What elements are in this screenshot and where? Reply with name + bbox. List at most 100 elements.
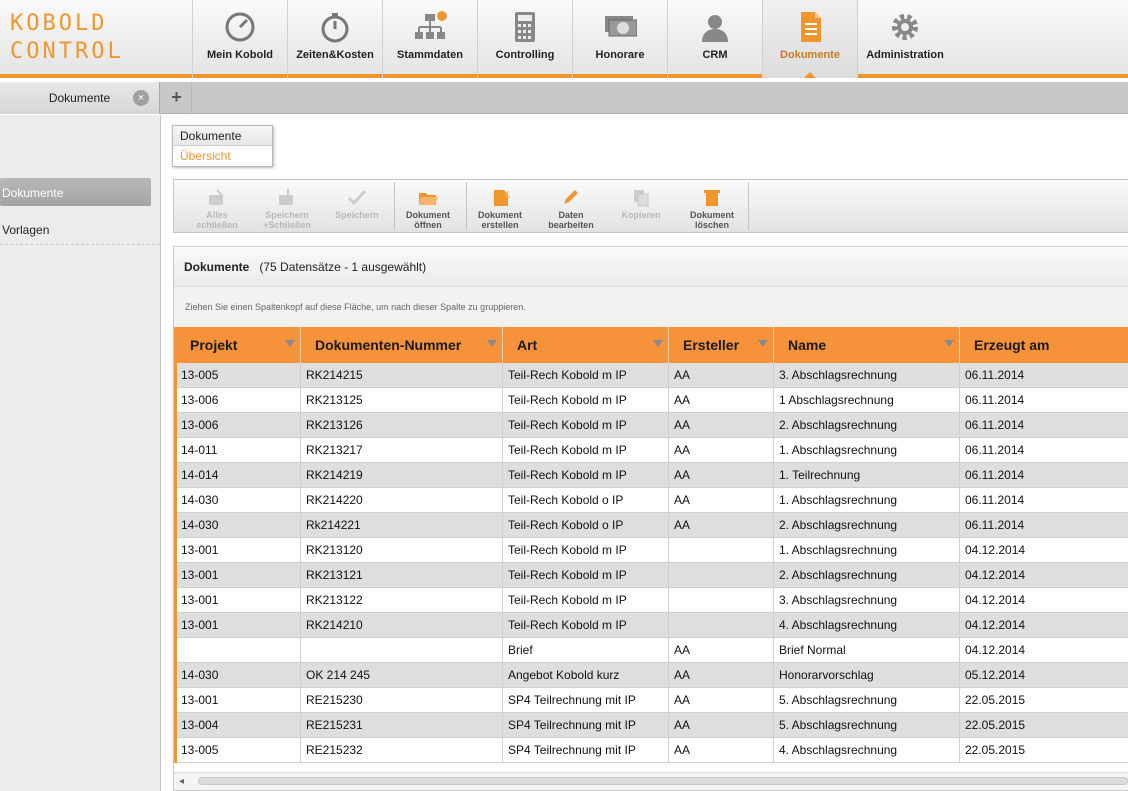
toolbar-button-label: Alles <box>206 210 228 220</box>
toolbar-button-7[interactable]: Kopieren <box>606 180 676 232</box>
table-cell: Angebot Kobold kurz <box>503 663 669 688</box>
table-cell: RK213126 <box>301 413 503 438</box>
nav-mein-kobold[interactable]: Mein Kobold <box>192 0 287 78</box>
table-cell: 1. Abschlagsrechnung <box>774 488 960 513</box>
filter-icon[interactable] <box>653 340 663 347</box>
table-cell: 13-001 <box>176 563 301 588</box>
column-header-erzeugt-am[interactable]: Erzeugt am <box>960 327 1128 363</box>
money-icon <box>605 16 637 37</box>
table-row[interactable]: 14-014 RK214219 Teil-Rech Kobold m IP AA 1. … <box>174 463 1128 488</box>
column-header-label: Erzeugt am <box>974 337 1050 353</box>
table-cell: RK213120 <box>301 538 503 563</box>
table-cell: 14-030 <box>176 663 301 688</box>
column-header-label: Projekt <box>190 337 238 353</box>
toolbar-separator <box>748 182 749 230</box>
table-row[interactable]: 13-006 RK213126 Teil-Rech Kobold m IP AA 2. … <box>174 413 1128 438</box>
table-cell: 22.05.2015 <box>960 738 1128 763</box>
table-cell: RE215230 <box>301 688 503 713</box>
sidebar-item-dokumente[interactable]: Dokumente <box>0 178 151 206</box>
toolbar-button-label-2: öffnen <box>414 220 442 230</box>
toolbar-button-2[interactable]: Speichern +Schließen <box>252 180 322 232</box>
table-row[interactable]: Brief AA Brief Normal 04.12.2014 <box>174 638 1128 663</box>
calculator-icon <box>515 12 535 42</box>
nav-administration[interactable]: Administration <box>857 0 952 78</box>
document-icon <box>801 12 821 42</box>
horizontal-scrollbar[interactable]: ◂ <box>174 772 1128 790</box>
toolbar-button-label-2: +Schließen <box>263 220 311 230</box>
toolbar-button-3[interactable]: Speichern <box>322 180 392 232</box>
column-header-label: Art <box>517 337 538 353</box>
table-row[interactable]: 14-030 Rk214221 Teil-Rech Kobold o IP AA 2. … <box>174 513 1128 538</box>
scroll-left-arrow-icon[interactable]: ◂ <box>179 776 184 787</box>
close-icon[interactable]: × <box>133 90 149 106</box>
nav-dokumente[interactable]: Dokumente <box>762 0 857 78</box>
table-cell: 1 Abschlagsrechnung <box>774 388 960 413</box>
sidebar-item-vorlagen[interactable]: Vorlagen <box>0 215 160 245</box>
plus-icon[interactable]: + <box>162 82 192 114</box>
column-header-projekt[interactable]: Projekt <box>176 327 301 363</box>
column-header-art[interactable]: Art <box>503 327 669 363</box>
nav-zeiten-kosten[interactable]: Zeiten&Kosten <box>287 0 382 78</box>
filter-icon[interactable] <box>487 340 497 347</box>
toolbar-button-1[interactable]: Alles schließen <box>182 180 252 232</box>
filter-icon[interactable] <box>944 340 954 347</box>
table-cell: Teil-Rech Kobold m IP <box>503 463 669 488</box>
table-cell: RK213125 <box>301 388 503 413</box>
column-header-ersteller[interactable]: Ersteller <box>669 327 774 363</box>
table-cell: Teil-Rech Kobold o IP <box>503 488 669 513</box>
table-cell: 2. Abschlagsrechnung <box>774 413 960 438</box>
nav-stammdaten[interactable]: Stammdaten <box>382 0 477 78</box>
column-header-name[interactable]: Name <box>774 327 960 363</box>
table-cell: 3. Abschlagsrechnung <box>774 588 960 613</box>
table-cell <box>669 613 774 638</box>
column-header-dokumenten-nummer[interactable]: Dokumenten-Nummer <box>301 327 503 363</box>
view-dropdown[interactable]: Dokumente Übersicht <box>172 125 273 167</box>
table-cell: 22.05.2015 <box>960 713 1128 738</box>
table-cell: 06.11.2014 <box>960 413 1128 438</box>
table-row[interactable]: 14-011 RK213217 Teil-Rech Kobold m IP AA 1. … <box>174 438 1128 463</box>
nav-controlling[interactable]: Controlling <box>477 0 572 78</box>
table-row[interactable]: 13-001 RK213120 Teil-Rech Kobold m IP 1. Ab… <box>174 538 1128 563</box>
table-cell: 2. Abschlagsrechnung <box>774 513 960 538</box>
nav-crm[interactable]: CRM <box>667 0 762 78</box>
group-drop-area[interactable]: Ziehen Sie einen Spaltenkopf auf diese F… <box>174 287 1128 327</box>
table-cell: 14-030 <box>176 513 301 538</box>
tab-dokumente[interactable]: Dokumente × <box>0 82 160 114</box>
table-cell: 5. Abschlagsrechnung <box>774 713 960 738</box>
filter-icon[interactable] <box>285 340 295 347</box>
nav-honorare[interactable]: Honorare <box>572 0 667 78</box>
table-row[interactable]: 13-001 RE215230 SP4 Teilrechnung mit IP AA 5… <box>174 688 1128 713</box>
folder-open-icon <box>419 193 438 205</box>
table-cell: Teil-Rech Kobold m IP <box>503 613 669 638</box>
dropdown-header[interactable]: Dokumente <box>173 126 272 146</box>
gear-icon <box>892 14 918 40</box>
table-row[interactable]: 13-005 RE215232 SP4 Teilrechnung mit IP AA 4… <box>174 738 1128 763</box>
toolbar-button-5[interactable]: Dokument erstellen <box>464 180 536 232</box>
table-row[interactable]: 13-001 RK214210 Teil-Rech Kobold m IP 4. Ab… <box>174 613 1128 638</box>
scroll-thumb[interactable] <box>198 777 1128 785</box>
table-row[interactable]: 13-005 RK214215 Teil-Rech Kobold m IP AA 3. … <box>174 363 1128 388</box>
table-cell: RK213122 <box>301 588 503 613</box>
table-cell: RK214210 <box>301 613 503 638</box>
table-row[interactable]: 13-001 RK213122 Teil-Rech Kobold m IP 3. Ab… <box>174 588 1128 613</box>
table-cell: AA <box>669 713 774 738</box>
grid-title: Dokumente <box>184 260 250 274</box>
table-cell: Teil-Rech Kobold m IP <box>503 413 669 438</box>
column-header-row: Projekt Dokumenten-Nummer Art Ersteller Name… <box>174 327 1128 363</box>
table-cell: AA <box>669 488 774 513</box>
table-row[interactable]: 14-030 OK 214 245 Angebot Kobold kurz AA Hon… <box>174 663 1128 688</box>
table-row[interactable]: 13-006 RK213125 Teil-Rech Kobold m IP AA 1 A… <box>174 388 1128 413</box>
toolbar-button-4[interactable]: Dokument öffnen <box>392 180 464 232</box>
table-cell: RE215231 <box>301 713 503 738</box>
filter-icon[interactable] <box>758 340 768 347</box>
dropdown-item-uebersicht[interactable]: Übersicht <box>173 146 272 166</box>
table-row[interactable]: 13-004 RE215231 SP4 Teilrechnung mit IP AA 5… <box>174 713 1128 738</box>
toolbar-button-6[interactable]: Daten bearbeiten <box>536 180 606 232</box>
table-cell: Brief <box>503 638 669 663</box>
table-row[interactable]: 14-030 RK214220 Teil-Rech Kobold o IP AA 1. … <box>174 488 1128 513</box>
table-cell: 1. Abschlagsrechnung <box>774 538 960 563</box>
toolbar-button-8[interactable]: Dokument löschen <box>676 180 748 232</box>
toolbar-button-label-2: schließen <box>196 220 238 230</box>
table-cell: 13-005 <box>176 738 301 763</box>
table-row[interactable]: 13-001 RK213121 Teil-Rech Kobold m IP 2. Ab… <box>174 563 1128 588</box>
